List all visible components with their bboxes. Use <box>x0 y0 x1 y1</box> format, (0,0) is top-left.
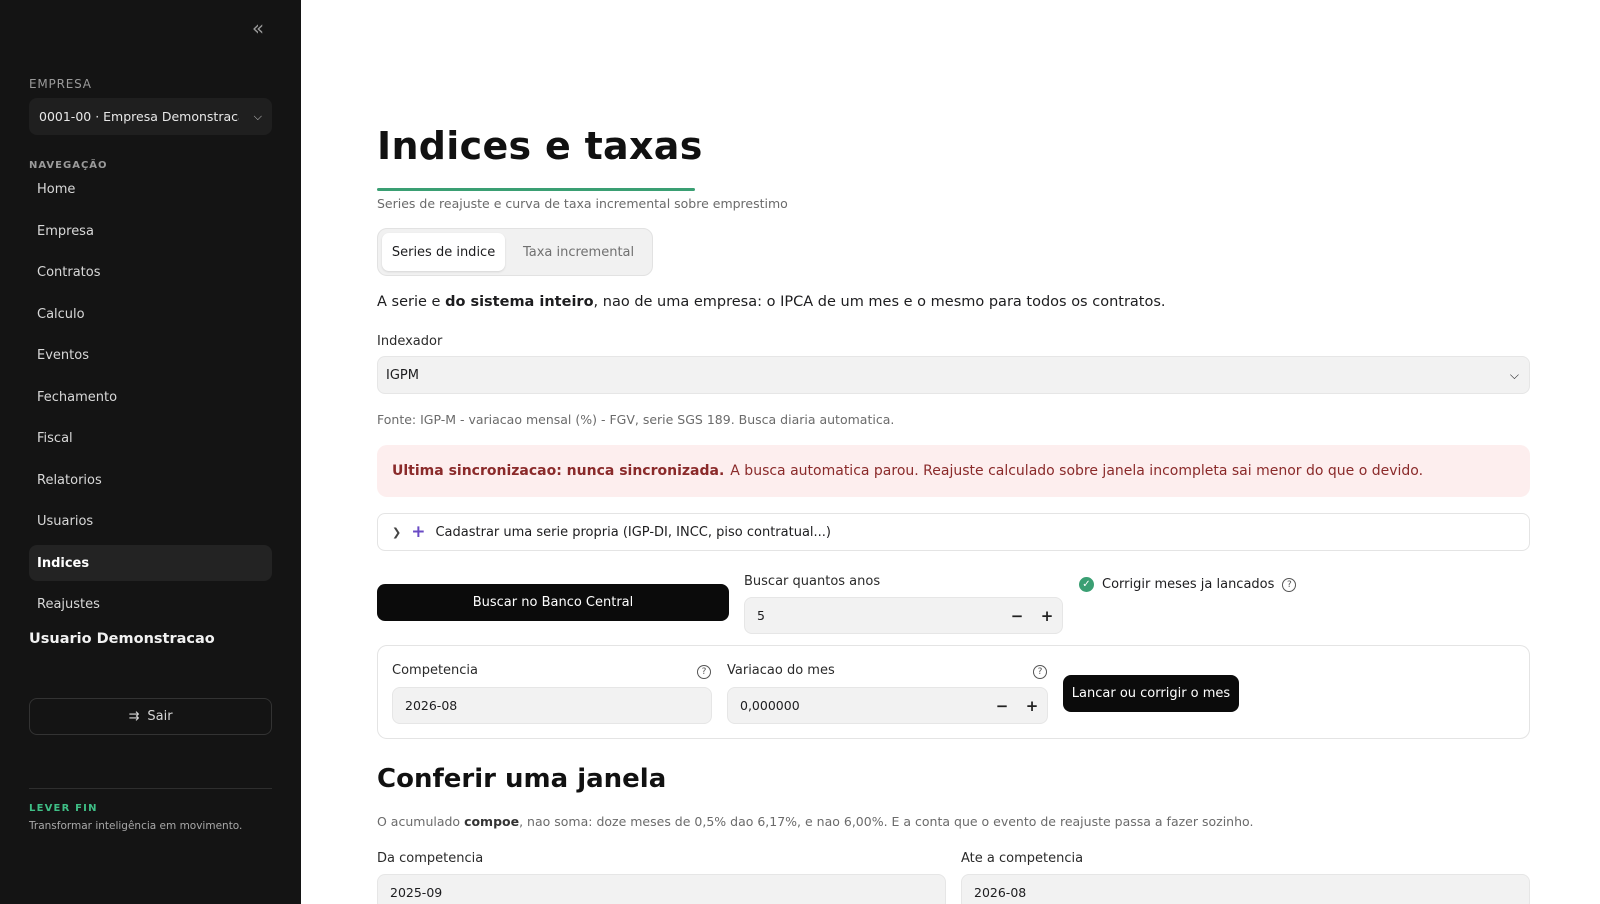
user-name: Usuario Demonstracao <box>29 631 215 647</box>
tab-taxa-incremental[interactable]: Taxa incremental <box>509 233 648 271</box>
sync-alert: Ultima sincronizacao: nunca sincronizada… <box>377 445 1530 497</box>
from-competence-label: Da competencia <box>377 851 484 866</box>
title-underline <box>377 188 695 191</box>
chevron-down-icon: ⌵ <box>253 109 262 123</box>
sidebar-item-usuarios[interactable]: Usuarios <box>29 503 272 539</box>
tab-bar: Series de indice Taxa incremental <box>377 228 653 276</box>
alert-message: A busca automatica parou. Reajuste calcu… <box>730 463 1424 479</box>
custom-series-expander[interactable]: ❯ + Cadastrar uma serie propria (IGP-DI,… <box>377 513 1530 551</box>
sidebar-item-fiscal[interactable]: Fiscal <box>29 420 272 456</box>
chevron-right-icon: ❯ <box>392 525 402 539</box>
source-note: Fonte: IGP-M - variacao mensal (%) - FGV… <box>377 412 895 427</box>
indexer-select[interactable]: IGPM ⌵ <box>377 356 1530 394</box>
logout-icon: ⇉ <box>128 709 140 724</box>
section-title: Conferir uma janela <box>377 764 667 794</box>
sidebar: « EMPRESA 0001-00 · Empresa Demonstracao… <box>0 0 301 904</box>
competence-label: Competencia <box>392 663 479 678</box>
years-label: Buscar quantos anos <box>744 574 881 589</box>
monthly-entry-card: Competencia ? 2026-08 Variacao do mes ? … <box>377 645 1530 739</box>
fetch-central-bank-button[interactable]: Buscar no Banco Central <box>377 584 729 621</box>
variation-label: Variacao do mes <box>727 663 835 678</box>
section-note: O acumulado compoe, nao soma: doze meses… <box>377 814 1254 829</box>
main-content: Indices e taxas Series de reajuste e cur… <box>301 0 1600 904</box>
correct-months-checkbox[interactable]: ✓ Corrigir meses ja lancados ? <box>1079 577 1297 592</box>
collapse-sidebar-icon[interactable]: « <box>248 18 268 38</box>
page-title: Indices e taxas <box>377 124 703 168</box>
variation-stepper[interactable]: 0,000000 − + <box>727 687 1048 724</box>
page-subtitle: Series de reajuste e curva de taxa incre… <box>377 196 788 211</box>
years-stepper[interactable]: 5 − + <box>744 597 1063 634</box>
help-icon[interactable]: ? <box>697 665 711 679</box>
expander-label: Cadastrar uma serie propria (IGP-DI, INC… <box>435 524 831 540</box>
help-icon[interactable]: ? <box>1033 665 1047 679</box>
sidebar-item-empresa[interactable]: Empresa <box>29 213 272 249</box>
sidebar-item-reajustes[interactable]: Reajustes <box>29 586 272 622</box>
nav-label: NAVEGAÇÃO <box>29 160 108 171</box>
company-label: EMPRESA <box>29 77 92 91</box>
minus-icon[interactable]: − <box>987 697 1017 715</box>
competence-input[interactable]: 2026-08 <box>392 687 712 724</box>
indexer-select-value: IGPM <box>386 367 419 383</box>
minus-icon[interactable]: − <box>1002 607 1032 625</box>
sidebar-item-home[interactable]: Home <box>29 171 272 207</box>
sidebar-item-fechamento[interactable]: Fechamento <box>29 379 272 415</box>
alert-title: Ultima sincronizacao: nunca sincronizada… <box>392 463 725 479</box>
to-competence-input[interactable]: 2026-08 <box>961 874 1530 904</box>
from-competence-input[interactable]: 2025-09 <box>377 874 946 904</box>
launch-month-button[interactable]: Lancar ou corrigir o mes <box>1063 675 1239 712</box>
logout-label: Sair <box>147 709 173 724</box>
to-competence-label: Ate a competencia <box>961 851 1084 866</box>
sidebar-item-contratos[interactable]: Contratos <box>29 254 272 290</box>
indexer-label: Indexador <box>377 334 443 349</box>
sidebar-item-eventos[interactable]: Eventos <box>29 337 272 373</box>
years-value[interactable]: 5 <box>757 608 1002 623</box>
plus-icon[interactable]: + <box>1017 697 1047 715</box>
chevron-down-icon: ⌵ <box>1509 367 1519 382</box>
tab-series-de-indice[interactable]: Series de indice <box>382 233 506 271</box>
company-select[interactable]: 0001-00 · Empresa Demonstracao ⌵ <box>29 98 272 135</box>
sidebar-item-relatorios[interactable]: Relatorios <box>29 462 272 498</box>
plus-icon: + <box>411 522 426 542</box>
sidebar-divider <box>29 788 272 789</box>
intro-text: A serie e do sistema inteiro, nao de uma… <box>377 294 1166 310</box>
check-icon[interactable]: ✓ <box>1079 577 1094 592</box>
logout-button[interactable]: ⇉ Sair <box>29 698 272 735</box>
variation-value[interactable]: 0,000000 <box>740 698 987 713</box>
plus-icon[interactable]: + <box>1032 607 1062 625</box>
sidebar-item-calculo[interactable]: Calculo <box>29 296 272 332</box>
brand-tagline: Transformar inteligência em movimento. <box>29 820 243 832</box>
company-select-value: 0001-00 · Empresa Demonstracao <box>39 109 239 124</box>
help-icon[interactable]: ? <box>1282 577 1297 592</box>
sidebar-item-indices[interactable]: Indices <box>29 545 272 581</box>
brand-name: LEVER FIN <box>29 803 98 814</box>
correct-months-label: Corrigir meses ja lancados <box>1102 577 1275 592</box>
